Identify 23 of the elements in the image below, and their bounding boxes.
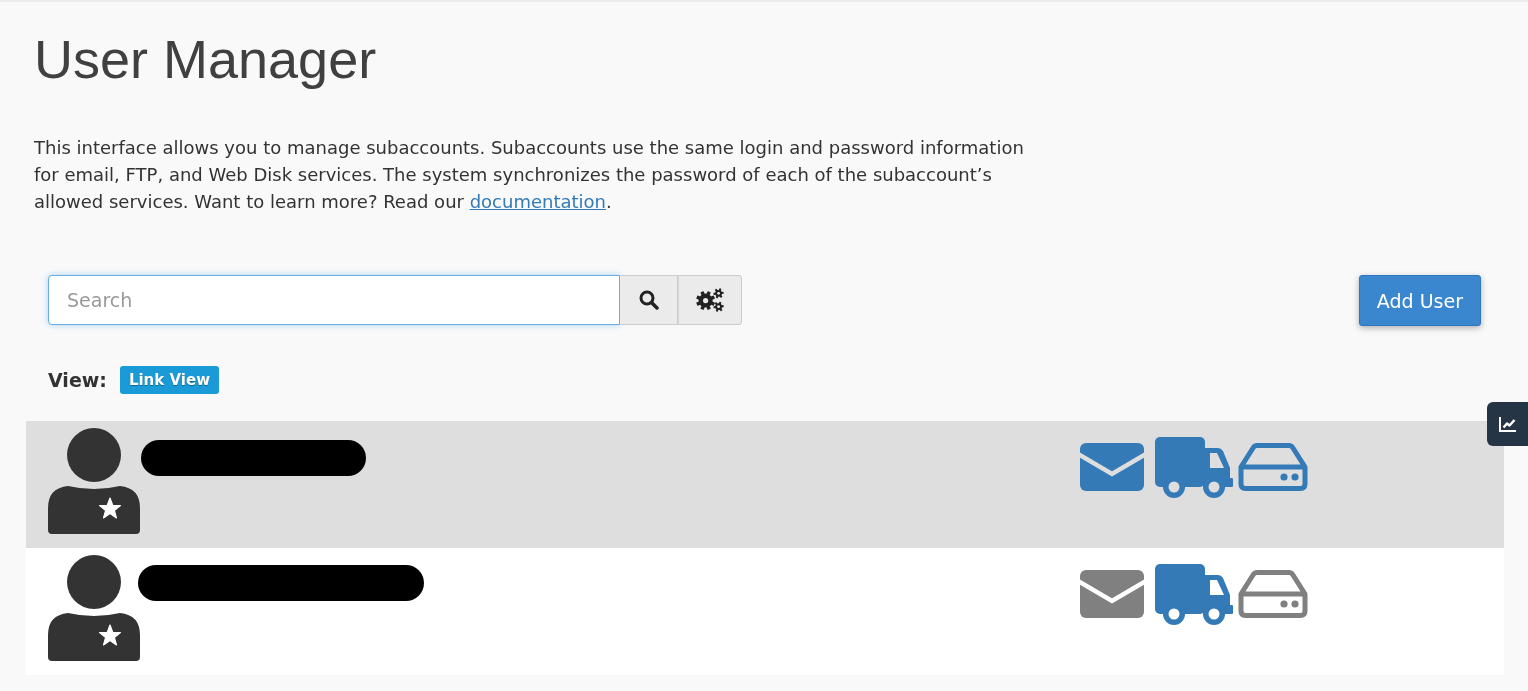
add-user-button[interactable]: Add User [1358,275,1481,326]
view-label: View: [48,369,107,391]
truck-icon[interactable] [1155,562,1233,625]
search-field[interactable]: Search [48,275,620,325]
user-row[interactable] [26,548,1504,675]
settings-button[interactable] [678,275,742,325]
hard-drive-icon[interactable] [1238,569,1308,618]
search-icon [638,290,659,310]
chart-tab-button[interactable] [1487,402,1528,446]
search-button[interactable] [620,275,678,325]
user-star-icon [48,555,140,661]
envelope-icon[interactable] [1080,442,1144,491]
documentation-link[interactable]: documentation [469,191,606,212]
link-view-button[interactable]: Link View [119,366,219,394]
user-star-icon [48,428,140,534]
gears-icon [696,288,724,312]
page-title: User Manager [34,28,377,91]
hard-drive-icon[interactable] [1238,442,1308,491]
description-text: This interface allows you to manage subaccounts. Subaccounts use the same login and password information for email, FTP, and Web Disk services. The system synchronizes the password of each of the subaccount’s allowed services. Want to learn more? Read our documentation. [34,136,1025,214]
truck-icon[interactable] [1155,435,1233,498]
user-row[interactable] [26,421,1504,548]
envelope-icon[interactable] [1080,569,1144,618]
chart-icon [1499,416,1516,432]
